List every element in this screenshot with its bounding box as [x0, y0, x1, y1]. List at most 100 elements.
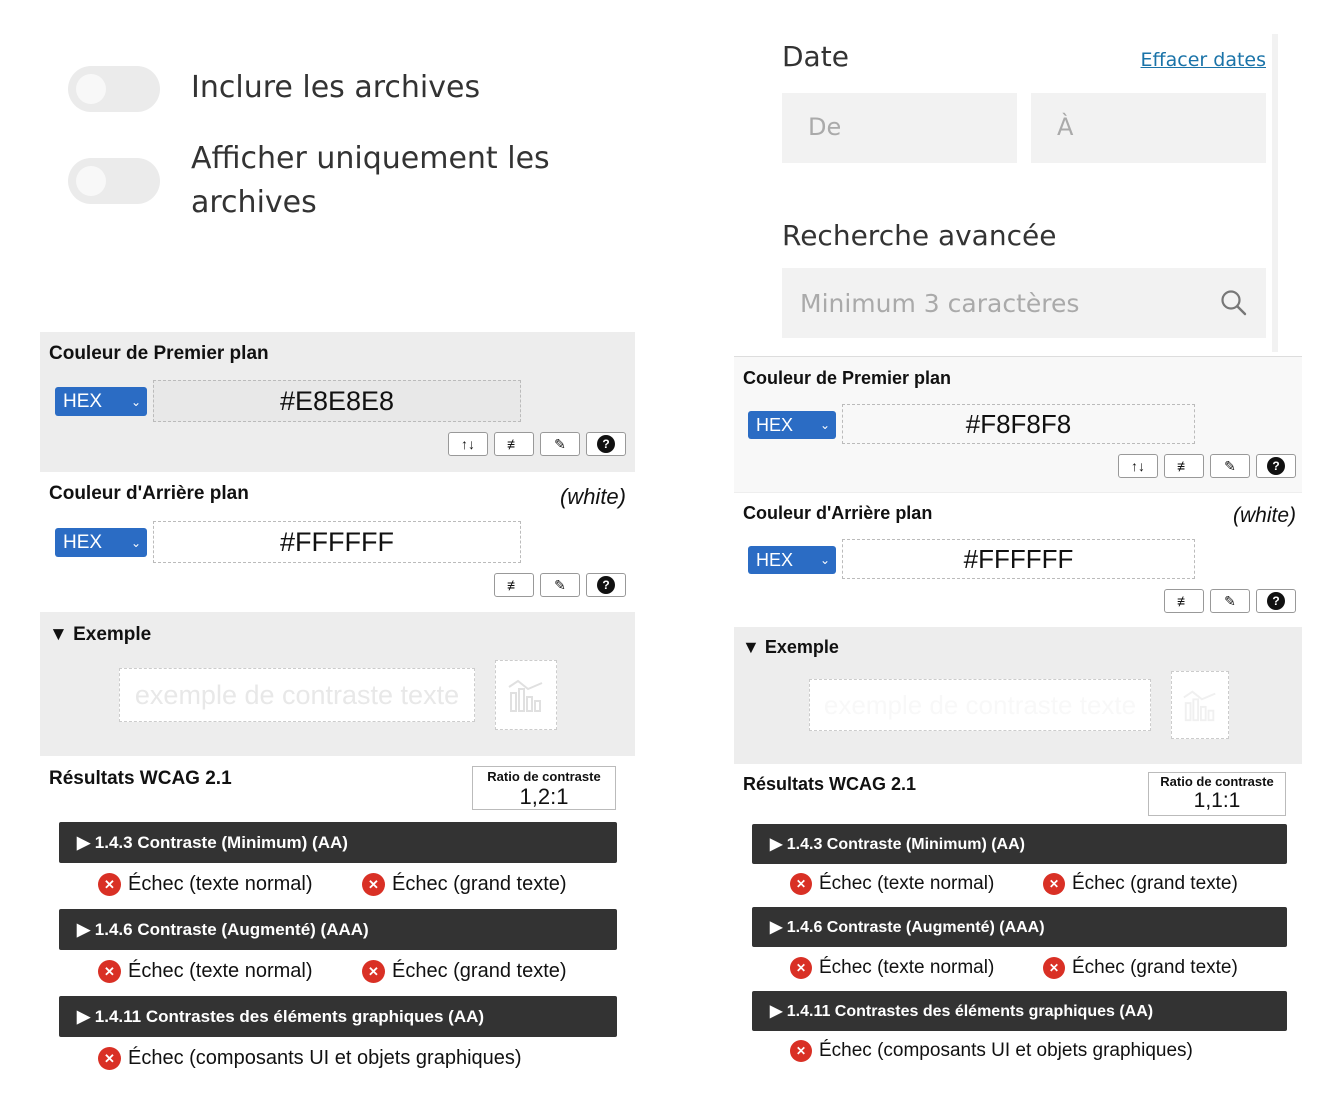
criterion-1-4-6-results: ✕ Échec (texte normal) ✕ Échec (grand text…	[98, 960, 567, 983]
result-text: Échec (grand texte)	[1072, 957, 1238, 978]
results-section: Résultats WCAG 2.1 Ratio de contraste 1,…	[40, 756, 635, 1080]
date-range: De À	[782, 93, 1266, 163]
foreground-format-select[interactable]: HEX ⌄	[55, 387, 147, 416]
result-text: Échec (texte normal)	[128, 960, 313, 982]
result-text: Échec (grand texte)	[392, 873, 567, 895]
fail-icon: ✕	[1043, 957, 1065, 979]
foreground-hex-input[interactable]: #F8F8F8	[842, 404, 1195, 444]
help-icon: ?	[597, 576, 615, 594]
foreground-tools: ↑↓ ≢ ✎ ?	[1112, 454, 1296, 478]
advanced-search-input[interactable]: Minimum 3 caractères	[782, 268, 1266, 338]
example-chart-preview	[495, 660, 557, 730]
result-ui-components: ✕ Échec (composants UI et objets graphiqu…	[98, 1047, 522, 1070]
criterion-1-4-6[interactable]: ▶ 1.4.6 Contraste (Augmenté) (AAA)	[752, 907, 1287, 947]
results-section: Résultats WCAG 2.1 Ratio de contraste 1,…	[734, 764, 1302, 1074]
date-to-input[interactable]: À	[1031, 93, 1266, 163]
result-text: Échec (grand texte)	[392, 960, 567, 982]
chart-icon	[1183, 690, 1216, 722]
result-large-text: ✕ Échec (grand texte)	[1043, 873, 1238, 895]
adjust-button[interactable]: ≢	[1164, 454, 1204, 478]
result-large-text: ✕ Échec (grand texte)	[362, 873, 567, 896]
toggle-knob	[76, 166, 106, 196]
format-select-value: HEX	[63, 531, 103, 553]
chevron-down-icon: ⌄	[130, 535, 141, 550]
result-text: Échec (composants UI et objets graphique…	[128, 1047, 522, 1069]
chevron-down-icon: ⌄	[130, 394, 141, 409]
contrast-ratio-box: Ratio de contraste 1,1:1	[1148, 772, 1286, 816]
help-button[interactable]: ?	[1256, 454, 1296, 478]
include-archives-toggle[interactable]	[68, 66, 160, 112]
fail-icon: ✕	[790, 1040, 812, 1062]
foreground-format-select[interactable]: HEX ⌄	[748, 411, 836, 439]
fail-icon: ✕	[790, 957, 812, 979]
example-toggle[interactable]: ▼ Exemple	[49, 624, 151, 646]
criterion-1-4-3-results: ✕ Échec (texte normal) ✕ Échec (grand text…	[98, 873, 567, 896]
background-hex-input[interactable]: #FFFFFF	[842, 539, 1195, 579]
criterion-1-4-11[interactable]: ▶ 1.4.11 Contrastes des éléments graphiq…	[59, 996, 617, 1037]
result-large-text: ✕ Échec (grand texte)	[1043, 957, 1238, 979]
eyedropper-button[interactable]: ✎	[1210, 454, 1250, 478]
adjust-button[interactable]: ≢	[494, 432, 534, 456]
criterion-1-4-3[interactable]: ▶ 1.4.3 Contraste (Minimum) (AA)	[59, 822, 617, 863]
swap-colors-button[interactable]: ↑↓	[448, 432, 488, 456]
eyedropper-button[interactable]: ✎	[540, 432, 580, 456]
results-title: Résultats WCAG 2.1	[49, 768, 232, 789]
adjust-button[interactable]: ≢	[1164, 589, 1204, 613]
background-format-select[interactable]: HEX ⌄	[748, 546, 836, 574]
date-from-input[interactable]: De	[782, 93, 1017, 163]
help-button[interactable]: ?	[1256, 589, 1296, 613]
swap-icon: ↑↓	[461, 436, 475, 452]
sliders-icon: ≢	[1177, 593, 1191, 609]
help-button[interactable]: ?	[586, 432, 626, 456]
background-format-select[interactable]: HEX ⌄	[55, 528, 147, 557]
eyedropper-icon: ✎	[554, 576, 566, 593]
sliders-icon: ≢	[1177, 458, 1191, 474]
only-archives-label: Afficher uniquement les archives	[191, 141, 550, 220]
result-normal-text: ✕ Échec (texte normal)	[98, 873, 362, 896]
result-ui-components: ✕ Échec (composants UI et objets graphiqu…	[790, 1040, 1193, 1062]
help-icon: ?	[597, 435, 615, 453]
toggle-only-archives-row: Afficher uniquement les archives	[68, 137, 591, 225]
criterion-1-4-6-results: ✕ Échec (texte normal) ✕ Échec (grand text…	[790, 957, 1238, 979]
date-header: Date Effacer dates	[782, 40, 1266, 73]
advanced-search-title: Recherche avancée	[782, 219, 1057, 252]
example-text-preview: exemple de contraste texte	[119, 668, 475, 722]
eyedropper-button[interactable]: ✎	[540, 573, 580, 597]
criterion-1-4-11-results: ✕ Échec (composants UI et objets graphiqu…	[98, 1047, 522, 1070]
background-hex-input[interactable]: #FFFFFF	[153, 521, 521, 563]
eyedropper-button[interactable]: ✎	[1210, 589, 1250, 613]
eyedropper-icon: ✎	[554, 435, 566, 452]
date-title: Date	[782, 40, 849, 73]
format-select-value: HEX	[756, 549, 794, 570]
sliders-icon: ≢	[507, 577, 521, 593]
result-text: Échec (texte normal)	[128, 873, 313, 895]
sliders-icon: ≢	[507, 436, 521, 452]
background-section: Couleur d'Arrière plan (white) HEX ⌄ #FFF…	[734, 492, 1302, 627]
scrollbar-track[interactable]	[1272, 34, 1278, 352]
criterion-1-4-6[interactable]: ▶ 1.4.6 Contraste (Augmenté) (AAA)	[59, 909, 617, 950]
criterion-1-4-3-results: ✕ Échec (texte normal) ✕ Échec (grand text…	[790, 873, 1238, 895]
contrast-checker-panel-2: Couleur de Premier plan HEX ⌄ #F8F8F8 ↑↓ …	[734, 356, 1302, 1074]
foreground-section: Couleur de Premier plan HEX ⌄ #F8F8F8 ↑↓ …	[734, 357, 1302, 492]
toggle-knob	[76, 74, 106, 104]
swap-colors-button[interactable]: ↑↓	[1118, 454, 1158, 478]
background-title: Couleur d'Arrière plan	[743, 503, 933, 523]
criterion-1-4-3[interactable]: ▶ 1.4.3 Contraste (Minimum) (AA)	[752, 824, 1287, 864]
chart-icon	[508, 679, 543, 712]
adjust-button[interactable]: ≢	[494, 573, 534, 597]
criterion-1-4-11[interactable]: ▶ 1.4.11 Contrastes des éléments graphiq…	[752, 991, 1287, 1031]
chevron-down-icon: ⌄	[819, 418, 830, 432]
only-archives-toggle[interactable]	[68, 158, 160, 204]
foreground-hex-input[interactable]: #E8E8E8	[153, 380, 521, 422]
ratio-value: 1,1:1	[1193, 789, 1241, 812]
search-icon[interactable]	[1220, 289, 1248, 317]
example-toggle[interactable]: ▼ Exemple	[742, 637, 839, 658]
clear-dates-link[interactable]: Effacer dates	[1141, 49, 1266, 71]
swap-icon: ↑↓	[1131, 458, 1145, 474]
format-select-value: HEX	[63, 390, 103, 412]
eyedropper-icon: ✎	[1224, 457, 1236, 474]
example-section: ▼ Exemple exemple de contraste texte	[734, 627, 1302, 764]
fail-icon: ✕	[98, 960, 121, 983]
background-title: Couleur d'Arrière plan	[49, 483, 249, 504]
help-button[interactable]: ?	[586, 573, 626, 597]
